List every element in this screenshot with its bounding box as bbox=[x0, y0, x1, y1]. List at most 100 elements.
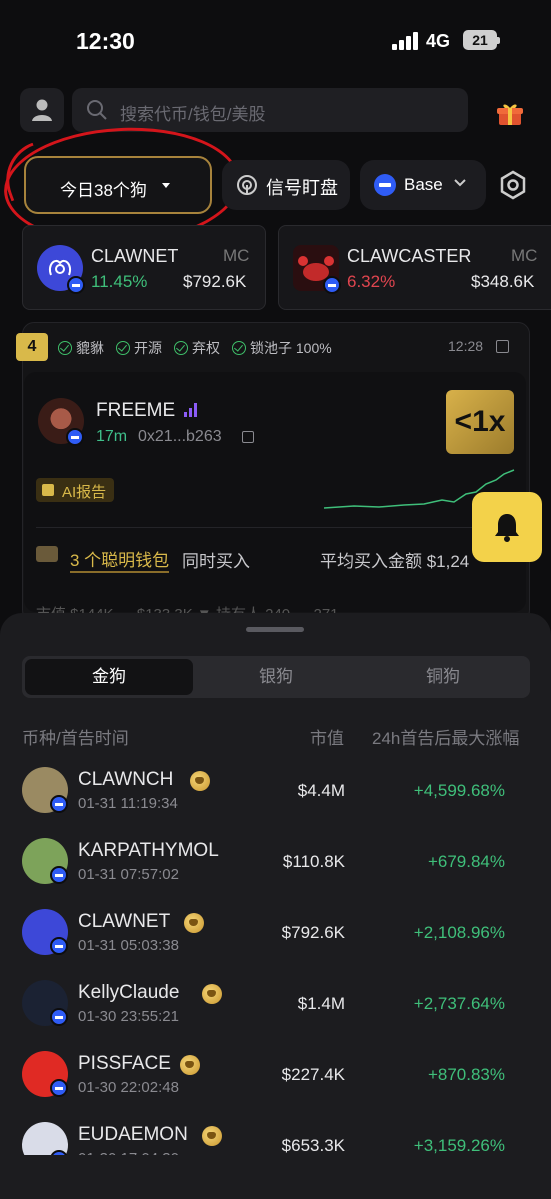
market-cap: $4.4M bbox=[297, 781, 345, 800]
max-gain: +870.83% bbox=[427, 1065, 505, 1084]
chain-badge-icon bbox=[50, 1079, 68, 1097]
token-name: CLAWCASTER bbox=[347, 246, 472, 266]
chevron-down-icon bbox=[454, 179, 466, 187]
column-header-token: 币种/首告时间 bbox=[22, 729, 129, 748]
bell-icon bbox=[495, 514, 519, 542]
max-gain: +3,159.26% bbox=[413, 1136, 505, 1155]
buy-together-label: 同时买入 bbox=[182, 552, 250, 571]
chain-badge-icon bbox=[67, 276, 85, 294]
market-cap: $227.4K bbox=[281, 1065, 345, 1084]
check-icon bbox=[58, 341, 72, 355]
gold-dog-icon bbox=[202, 1126, 222, 1146]
first-call-time: 01-30 23:55:21 bbox=[78, 1008, 179, 1025]
copy-icon[interactable] bbox=[242, 431, 254, 443]
search-icon bbox=[87, 100, 107, 120]
column-header-gain: 24h首告后最大涨幅 bbox=[372, 729, 520, 748]
tag-item: 弃权 bbox=[174, 338, 220, 358]
cell-signal-icon bbox=[392, 32, 420, 50]
chain-badge-icon bbox=[66, 428, 84, 446]
battery-icon: 21 bbox=[463, 30, 500, 50]
trending-card[interactable]: CLAWCASTER 6.32% MC $348.6K bbox=[278, 225, 551, 310]
gold-dog-icon bbox=[190, 771, 210, 791]
chain-badge-icon bbox=[50, 866, 68, 884]
table-row[interactable]: KellyClaude 01-30 23:55:21 $1.4M +2,737.64% bbox=[0, 980, 551, 1051]
ai-report-button[interactable]: AI报告 bbox=[36, 478, 114, 502]
signal-count: 4 bbox=[27, 338, 37, 355]
status-bar: 12:30 4G 21 bbox=[0, 0, 551, 80]
battery-level: 21 bbox=[472, 32, 488, 48]
daily-dog-filter-label: 今日38个狗 bbox=[60, 181, 147, 200]
multiplier-value: <1x bbox=[454, 405, 506, 438]
token-change: 11.45% bbox=[91, 272, 148, 291]
report-icon bbox=[42, 484, 54, 496]
chain-badge-icon bbox=[50, 795, 68, 813]
token-name: CLAWNET bbox=[91, 246, 179, 266]
market-cap: $792.6K bbox=[281, 923, 345, 942]
first-call-time: 01-31 07:57:02 bbox=[78, 866, 179, 883]
token-name: PISSFACE bbox=[78, 1053, 171, 1074]
max-gain: +2,108.96% bbox=[413, 923, 505, 942]
market-cap: $1.4M bbox=[297, 994, 345, 1013]
gold-dog-icon bbox=[180, 1055, 200, 1075]
max-gain: +4,599.68% bbox=[413, 781, 505, 800]
signal-time: 12:28 bbox=[448, 338, 484, 354]
tag-label: 锁池子 100% bbox=[250, 340, 332, 356]
table-row[interactable]: CLAWNET 01-31 05:03:38 $792.6K +2,108.96% bbox=[0, 909, 551, 980]
column-header-mc: 市值 bbox=[310, 729, 344, 748]
table-row[interactable]: KARPATHYMOL 01-31 07:57:02 $110.8K +679.84% bbox=[0, 838, 551, 909]
signal-watch-label: 信号盯盘 bbox=[266, 178, 338, 198]
sheet-drag-handle[interactable] bbox=[246, 627, 304, 632]
tag-item: 貔貅 bbox=[58, 338, 104, 358]
token-change: 6.32% bbox=[347, 272, 396, 291]
profile-button[interactable] bbox=[20, 88, 64, 132]
table-row[interactable]: CLAWNCH 01-31 11:19:34 $4.4M +4,599.68% bbox=[0, 767, 551, 838]
tab-gold-dog[interactable]: 金狗 bbox=[25, 659, 193, 695]
divider bbox=[36, 527, 514, 528]
tag-item: 开源 bbox=[116, 338, 162, 358]
chain-label: Base bbox=[404, 175, 443, 194]
mc-label: MC bbox=[223, 246, 250, 265]
signal-watch-button[interactable]: 信号盯盘 bbox=[222, 160, 350, 210]
smart-wallet-count[interactable]: 3 个聪明钱包 bbox=[70, 546, 170, 573]
mc-value: $348.6K bbox=[471, 272, 535, 291]
signal-count-badge: 4 bbox=[16, 333, 48, 361]
tag-label: 开源 bbox=[134, 340, 162, 356]
tag-label: 弃权 bbox=[192, 340, 220, 356]
tag-item: 锁池子 100% bbox=[232, 338, 332, 358]
chain-selector[interactable]: Base bbox=[360, 160, 486, 210]
network-type: 4G bbox=[426, 31, 451, 51]
status-time: 12:30 bbox=[76, 28, 135, 54]
gold-dog-icon bbox=[202, 984, 222, 1004]
token-address: 0x21...b263 bbox=[138, 428, 222, 445]
search-placeholder: 搜索代币/钱包/美股 bbox=[120, 105, 266, 124]
trending-card[interactable]: CLAWNET 11.45% MC $792.6K bbox=[22, 225, 266, 310]
first-call-time: 01-30 22:02:48 bbox=[78, 1079, 179, 1096]
chain-badge-icon bbox=[50, 937, 68, 955]
daily-dog-filter[interactable]: 今日38个狗 bbox=[24, 156, 212, 214]
chain-badge-icon bbox=[323, 276, 341, 294]
first-call-time: 01-31 05:03:38 bbox=[78, 937, 179, 954]
caret-down-icon bbox=[162, 183, 170, 188]
token-name: KARPATHYMOL bbox=[78, 840, 219, 861]
user-icon bbox=[32, 99, 52, 121]
tab-bronze-dog[interactable]: 铜狗 bbox=[359, 659, 527, 695]
check-icon bbox=[174, 341, 188, 355]
token-name: EUDAEMON bbox=[78, 1124, 188, 1145]
max-gain: +679.84% bbox=[427, 852, 505, 871]
check-icon bbox=[232, 341, 246, 355]
sheet-bottom-mask bbox=[0, 1155, 551, 1199]
gold-dog-icon bbox=[184, 913, 204, 933]
table-row[interactable]: PISSFACE 01-30 22:02:48 $227.4K +870.83% bbox=[0, 1051, 551, 1122]
token-name: CLAWNCH bbox=[78, 769, 174, 790]
external-link-icon[interactable] bbox=[496, 340, 509, 353]
alert-button[interactable] bbox=[472, 492, 542, 562]
check-icon bbox=[116, 341, 130, 355]
base-chain-icon bbox=[374, 174, 396, 196]
settings-icon[interactable] bbox=[498, 170, 528, 200]
signal-tags: 貔貅 开源 弃权 锁池子 100% bbox=[58, 338, 332, 358]
mc-label: MC bbox=[511, 246, 538, 265]
tab-silver-dog[interactable]: 银狗 bbox=[192, 659, 360, 695]
max-gain: +2,737.64% bbox=[413, 994, 505, 1013]
search-bar[interactable]: 搜索代币/钱包/美股 bbox=[72, 88, 468, 132]
gift-icon[interactable] bbox=[497, 102, 523, 126]
